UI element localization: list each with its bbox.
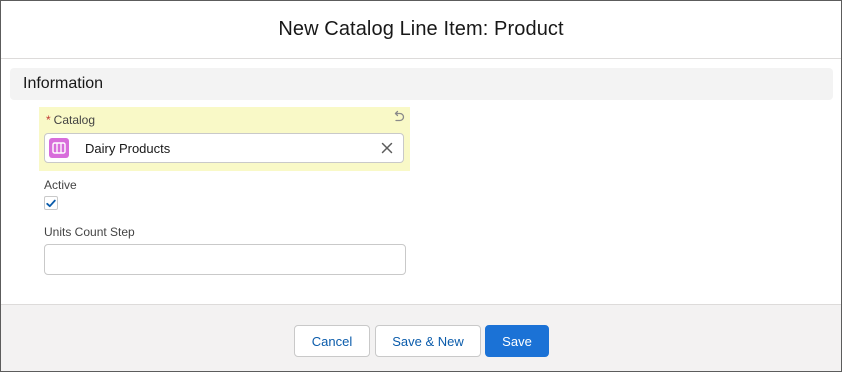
active-label: Active <box>44 178 77 192</box>
save-and-new-button[interactable]: Save & New <box>375 325 481 357</box>
modal-title: New Catalog Line Item: Product <box>278 18 564 40</box>
catalog-field: * Catalog Dairy Products <box>39 107 410 171</box>
active-checkbox[interactable] <box>44 196 58 210</box>
new-catalog-line-item-modal: New Catalog Line Item: Product Informati… <box>0 0 842 372</box>
required-marker: * <box>46 113 51 127</box>
modal-header: New Catalog Line Item: Product <box>1 1 841 59</box>
units-count-step-input[interactable] <box>44 244 406 275</box>
catalog-icon <box>49 138 69 158</box>
catalog-value: Dairy Products <box>85 140 171 156</box>
save-button[interactable]: Save <box>485 325 549 357</box>
catalog-label-row: * Catalog <box>46 113 95 127</box>
section-header-information[interactable]: Information <box>10 68 833 100</box>
catalog-lookup-pill[interactable]: Dairy Products <box>44 133 404 163</box>
modal-footer: Cancel Save & New Save <box>1 304 841 371</box>
units-count-step-label: Units Count Step <box>44 225 135 239</box>
catalog-label: Catalog <box>53 113 96 127</box>
section-title: Information <box>23 75 104 92</box>
cancel-button[interactable]: Cancel <box>294 325 370 357</box>
clear-selection-icon[interactable] <box>379 140 395 156</box>
undo-icon[interactable] <box>391 110 405 124</box>
checkmark-icon <box>46 199 56 207</box>
